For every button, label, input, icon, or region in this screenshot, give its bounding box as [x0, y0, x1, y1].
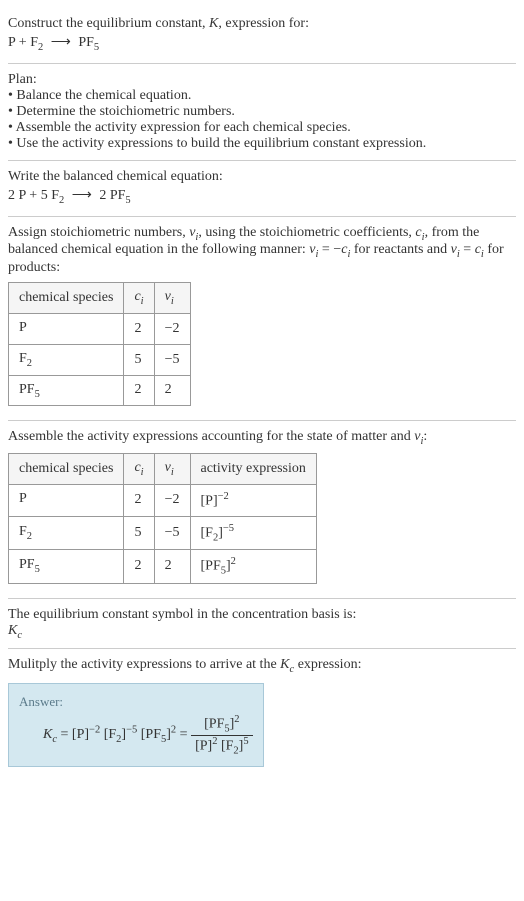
stoich-section: Assign stoichiometric numbers, νi, using…	[8, 217, 516, 422]
table-row: F2 5 −5	[9, 344, 191, 375]
balanced-section: Write the balanced chemical equation: 2 …	[8, 161, 516, 217]
cell-species: PF5	[9, 375, 124, 406]
table-row: PF5 2 2	[9, 375, 191, 406]
intro-text: Construct the equilibrium constant,	[8, 16, 209, 31]
plan-title: Plan:	[8, 72, 516, 88]
balanced-reaction: 2 P + 5 F2 ⟶ 2 PF5	[8, 187, 516, 206]
multiply-section: Mulitply the activity expressions to arr…	[8, 649, 516, 775]
fraction: [PF5]2[P]2 [F2]5	[191, 714, 253, 756]
multiply-line: Mulitply the activity expressions to arr…	[8, 657, 516, 675]
table-row: P 2 −2 [P]−2	[9, 484, 317, 516]
plan-section: Plan: • Balance the chemical equation. •…	[8, 64, 516, 161]
stoich-intro: Assign stoichiometric numbers, νi, using…	[8, 225, 516, 277]
cell-ci: 5	[124, 516, 154, 549]
header-ci: ci	[124, 283, 154, 314]
cell-nu: −2	[154, 484, 190, 516]
cell-species: F2	[9, 344, 124, 375]
answer-equation: Kc = [P]−2 [F2]−5 [PF5]2 = [PF5]2[P]2 [F…	[19, 714, 253, 756]
denominator: [P]2 [F2]5	[191, 736, 253, 756]
cell-ci: 5	[124, 344, 154, 375]
cell-species: F2	[9, 516, 124, 549]
cell-ci: 2	[124, 484, 154, 516]
cell-ci: 2	[124, 375, 154, 406]
coef-species: 2 P	[8, 188, 26, 203]
arrow-icon: ⟶	[51, 34, 71, 51]
cell-nu: 2	[154, 375, 190, 406]
activity-table: chemical species ci νi activity expressi…	[8, 453, 317, 583]
plan-bullet: • Determine the stoichiometric numbers.	[8, 104, 516, 120]
unbalanced-reaction: P + F2 ⟶ PF5	[8, 34, 516, 53]
header-activity: activity expression	[190, 454, 316, 485]
cell-activity: [P]−2	[190, 484, 316, 516]
stoich-table: chemical species ci νi P 2 −2 F2 5 −5 PF…	[8, 282, 191, 406]
cell-activity: [PF5]2	[190, 550, 316, 583]
plus: +	[15, 35, 30, 50]
cell-nu: −5	[154, 344, 190, 375]
activity-section: Assemble the activity expressions accoun…	[8, 421, 516, 598]
cell-activity: [F2]−5	[190, 516, 316, 549]
species-pf5: PF5	[78, 35, 99, 50]
cell-species: PF5	[9, 550, 124, 583]
header-species: chemical species	[9, 283, 124, 314]
cell-species: P	[9, 484, 124, 516]
cell-ci: 2	[124, 313, 154, 344]
balanced-title: Write the balanced chemical equation:	[8, 169, 516, 185]
cell-nu: −2	[154, 313, 190, 344]
species-f2: F2	[30, 35, 43, 50]
table-row: P 2 −2	[9, 313, 191, 344]
cell-nu: −5	[154, 516, 190, 549]
plan-bullet: • Assemble the activity expression for e…	[8, 120, 516, 136]
plan-bullet: • Use the activity expressions to build …	[8, 136, 516, 152]
coef-species: 2 PF5	[99, 188, 130, 203]
symbol-section: The equilibrium constant symbol in the c…	[8, 599, 516, 650]
table-header-row: chemical species ci νi	[9, 283, 191, 314]
k-symbol: K	[209, 16, 218, 31]
answer-label: Answer:	[19, 694, 253, 710]
table-header-row: chemical species ci νi activity expressi…	[9, 454, 317, 485]
cell-nu: 2	[154, 550, 190, 583]
intro-text-post: , expression for:	[218, 16, 309, 31]
numerator: [PF5]2	[191, 714, 253, 735]
symbol-line: The equilibrium constant symbol in the c…	[8, 607, 516, 623]
kc-symbol: Kc	[8, 623, 516, 641]
cell-ci: 2	[124, 550, 154, 583]
activity-intro: Assemble the activity expressions accoun…	[8, 429, 516, 447]
coef-species: 5 F2	[41, 188, 65, 203]
cell-species: P	[9, 313, 124, 344]
header-nu: νi	[154, 283, 190, 314]
header-ci: ci	[124, 454, 154, 485]
plus: +	[26, 188, 41, 203]
answer-box: Answer: Kc = [P]−2 [F2]−5 [PF5]2 = [PF5]…	[8, 683, 264, 767]
plan-bullet: • Balance the chemical equation.	[8, 88, 516, 104]
intro-line: Construct the equilibrium constant, K, e…	[8, 16, 516, 32]
arrow-icon: ⟶	[72, 187, 92, 204]
header-nu: νi	[154, 454, 190, 485]
intro-section: Construct the equilibrium constant, K, e…	[8, 8, 516, 64]
header-species: chemical species	[9, 454, 124, 485]
table-row: PF5 2 2 [PF5]2	[9, 550, 317, 583]
table-row: F2 5 −5 [F2]−5	[9, 516, 317, 549]
